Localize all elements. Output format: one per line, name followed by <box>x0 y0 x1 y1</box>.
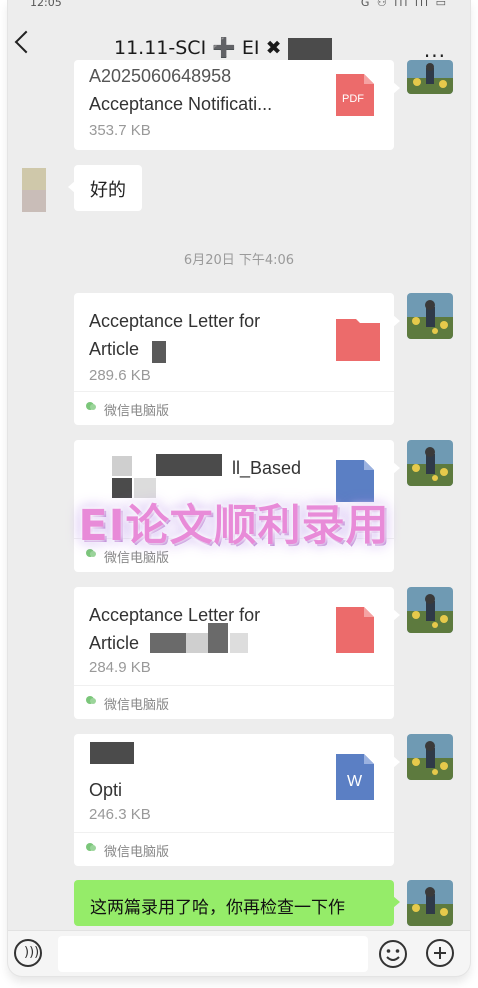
file-size: 289.6 KB <box>89 367 151 384</box>
chat-window: 12:05 G ⚇ ıll ıll ▭ 11.11-SCI ➕ EI ✖ 3- … <box>8 0 470 976</box>
card-footer: 微信电脑版 <box>74 685 394 720</box>
file-name: Acceptance Notificati... <box>89 94 273 114</box>
message-timestamp: 6月20日 下午4:06 <box>183 253 295 268</box>
chat-title: 11.11-SCI ➕ EI ✖ 3- <box>114 37 307 59</box>
contact-avatar[interactable] <box>22 168 46 212</box>
sent-message-text: 这两篇录用了哈，你再检查一下作 <box>90 898 345 918</box>
redaction-block <box>152 341 166 363</box>
status-time: 12:05 <box>30 0 62 9</box>
file-size: 353.7 KB <box>89 122 151 139</box>
input-bar: ))) <box>8 930 470 976</box>
word-icon: W <box>336 754 374 800</box>
avatar[interactable] <box>407 60 453 94</box>
redaction-block <box>288 38 332 60</box>
redaction-block <box>208 623 228 653</box>
status-icons: G ⚇ ıll ıll ▭ <box>360 0 448 9</box>
status-bar: 12:05 G ⚇ ıll ıll ▭ <box>8 0 470 14</box>
file-message-card[interactable]: Acceptance Letter for Article 289.6 KB 微… <box>74 293 400 426</box>
wechat-icon <box>86 843 96 851</box>
redaction-block <box>186 633 208 653</box>
file-name: ll_Based <box>232 458 302 478</box>
redaction-block <box>156 454 222 476</box>
overlay-watermark-text: EI论文顺利录用 <box>78 501 390 551</box>
avatar[interactable] <box>407 293 453 339</box>
avatar[interactable] <box>407 880 453 926</box>
card-footer: 微信电脑版 <box>74 832 394 867</box>
file-message-card[interactable]: A2025060648958 Acceptance Notificati... … <box>74 60 400 150</box>
file-name: Acceptance Letter for Article <box>89 311 261 359</box>
file-size: 284.9 KB <box>89 659 151 676</box>
source-label: 微信电脑版 <box>104 845 170 860</box>
redaction-block <box>230 633 248 653</box>
avatar[interactable] <box>407 587 453 633</box>
redaction-block <box>112 456 132 476</box>
file-name: Opti <box>89 780 123 800</box>
word-icon-label: W <box>347 773 363 790</box>
pdf-icon <box>336 315 380 361</box>
back-icon[interactable] <box>14 30 38 54</box>
avatar[interactable] <box>407 734 453 780</box>
source-label: 微信电脑版 <box>104 404 170 419</box>
file-message-card[interactable]: Opti 246.3 KB W 微信电脑版 <box>74 734 400 867</box>
file-name-top: A2025060648958 <box>89 66 232 86</box>
file-message-card[interactable]: Acceptance Letter for Article 284.9 KB 微… <box>74 587 400 720</box>
card-footer: 微信电脑版 <box>74 391 394 426</box>
redaction-block <box>90 742 134 764</box>
received-message-text: 好的 <box>90 180 126 201</box>
pdf-icon <box>336 607 374 653</box>
received-message-bubble[interactable]: 好的 <box>68 165 142 211</box>
redaction-block <box>150 633 186 653</box>
message-input[interactable] <box>58 936 368 972</box>
pdf-icon-label: PDF <box>342 93 364 105</box>
source-label: 微信电脑版 <box>104 698 170 713</box>
emoji-icon[interactable] <box>378 939 408 969</box>
voice-icon[interactable]: ))) <box>14 939 42 967</box>
avatar[interactable] <box>407 440 453 486</box>
file-size: 246.3 KB <box>89 806 151 823</box>
sent-message-bubble[interactable]: 这两篇录用了哈，你再检查一下作 <box>74 880 400 926</box>
plus-icon[interactable] <box>426 939 454 967</box>
pdf-icon: PDF <box>336 74 374 116</box>
wechat-icon <box>86 696 96 704</box>
wechat-icon <box>86 402 96 410</box>
